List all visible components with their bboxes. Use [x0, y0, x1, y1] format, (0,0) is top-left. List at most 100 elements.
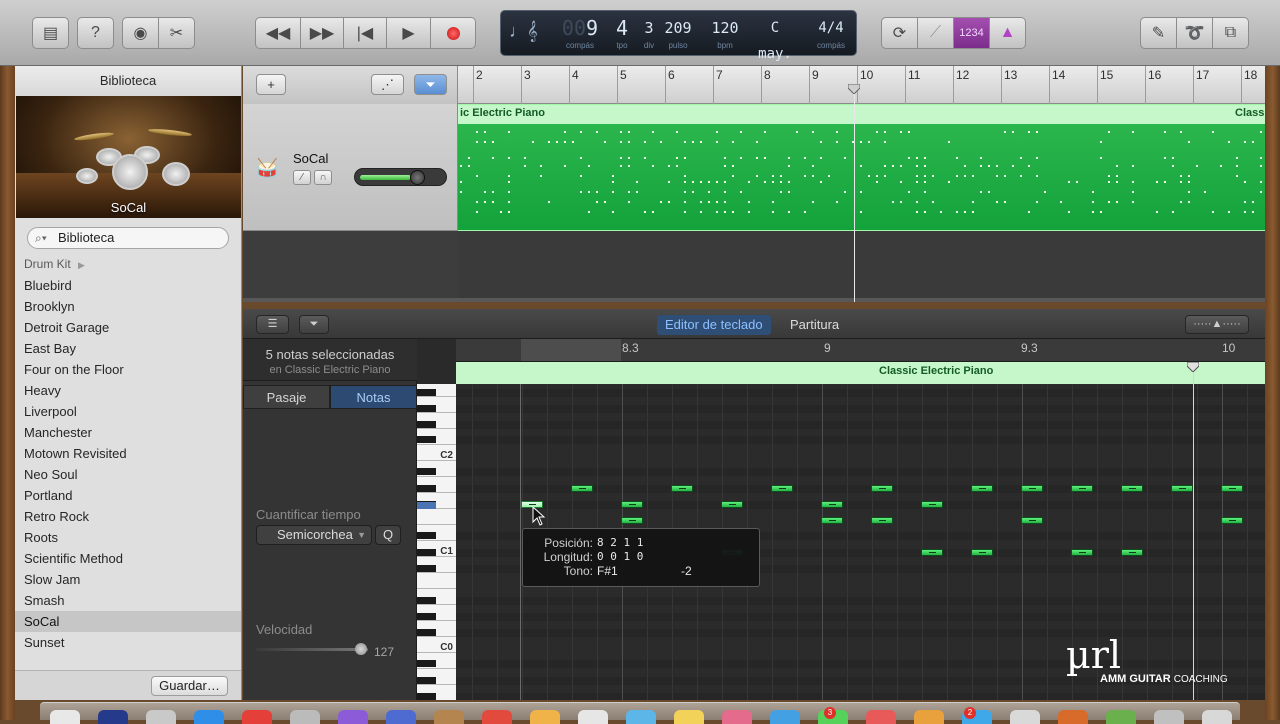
dock-app-icon[interactable]	[482, 710, 512, 724]
midi-note[interactable]	[1121, 485, 1143, 492]
solo-button[interactable]: ∩	[314, 170, 332, 185]
tab-piano-roll[interactable]: Editor de teclado	[657, 315, 771, 335]
dock-app-icon[interactable]	[98, 710, 128, 724]
black-key[interactable]	[417, 613, 436, 620]
editor-inspector-button[interactable]: ☰	[256, 315, 289, 334]
library-item[interactable]: Heavy	[15, 380, 241, 401]
library-item[interactable]: Sunset	[15, 632, 241, 653]
playhead-handle[interactable]	[848, 84, 860, 94]
dock-app-icon[interactable]	[242, 710, 272, 724]
midi-note[interactable]	[821, 517, 843, 524]
library-item[interactable]: Manchester	[15, 422, 241, 443]
track-volume-slider[interactable]	[354, 168, 447, 186]
black-key[interactable]	[417, 629, 436, 636]
dock-app-icon[interactable]	[578, 710, 608, 724]
dock-app-icon[interactable]	[722, 710, 752, 724]
segment-region[interactable]: Pasaje	[243, 385, 330, 409]
go-to-beginning-button[interactable]: |◀	[343, 17, 387, 49]
dock-app-icon[interactable]	[1154, 710, 1184, 724]
dock-app-icon[interactable]	[338, 710, 368, 724]
midi-note[interactable]	[1171, 485, 1193, 492]
library-item[interactable]: East Bay	[15, 338, 241, 359]
library-search-input[interactable]: ⌕▾ Biblioteca	[27, 227, 229, 249]
midi-note[interactable]	[621, 501, 643, 508]
midi-note[interactable]	[921, 549, 943, 556]
track-header-socal[interactable]: 🥁 SoCal ⁄ ∩	[243, 104, 458, 231]
dock-app-icon[interactable]	[626, 710, 656, 724]
smart-tempo-button[interactable]: ⋰	[371, 74, 404, 95]
smart-controls-button[interactable]: ◉	[122, 17, 159, 49]
library-item[interactable]: Portland	[15, 485, 241, 506]
midi-note[interactable]	[621, 517, 643, 524]
catch-filter-button[interactable]: ⏷	[414, 74, 447, 95]
black-key[interactable]	[417, 660, 436, 667]
highlighted-key[interactable]	[417, 502, 436, 509]
midi-note[interactable]	[771, 485, 793, 492]
media-browser-button[interactable]: ⧉	[1212, 17, 1249, 49]
piano-keyboard[interactable]: C2 C1 C0	[417, 384, 456, 700]
count-in-button[interactable]: 1234	[953, 17, 990, 49]
black-key[interactable]	[417, 436, 436, 443]
mute-button[interactable]: ⁄	[293, 170, 311, 185]
editors-button[interactable]: ✂	[158, 17, 195, 49]
midi-note[interactable]	[571, 485, 593, 492]
dock-app-icon[interactable]	[290, 710, 320, 724]
tab-score[interactable]: Partitura	[782, 315, 847, 335]
dock-app-icon[interactable]	[530, 710, 560, 724]
record-button[interactable]	[430, 17, 476, 49]
dock-app-icon[interactable]	[146, 710, 176, 724]
dock-app-icon[interactable]	[194, 710, 224, 724]
midi-note[interactable]	[1021, 517, 1043, 524]
library-category[interactable]: Drum Kit ▶	[15, 254, 241, 275]
library-item[interactable]: Bluebird	[15, 275, 241, 296]
library-item[interactable]: Slow Jam	[15, 569, 241, 590]
save-button[interactable]: Guardar…	[151, 676, 228, 696]
library-item[interactable]: Retro Rock	[15, 506, 241, 527]
black-key[interactable]	[417, 677, 436, 684]
editor-filter-button[interactable]: ⏷	[299, 315, 329, 334]
library-item[interactable]: Detroit Garage	[15, 317, 241, 338]
dock-app-icon[interactable]	[1106, 710, 1136, 724]
library-item[interactable]: Motown Revisited	[15, 443, 241, 464]
black-key[interactable]	[417, 597, 436, 604]
velocity-knob[interactable]	[355, 643, 367, 655]
library-item[interactable]: Scientific Method	[15, 548, 241, 569]
midi-note[interactable]	[1221, 485, 1243, 492]
black-key[interactable]	[417, 421, 436, 428]
dock-app-icon[interactable]	[1010, 710, 1040, 724]
black-key[interactable]	[417, 549, 436, 556]
velocity-slider[interactable]	[256, 642, 368, 656]
metronome-button[interactable]: ▲	[989, 17, 1026, 49]
dock-app-icon[interactable]	[1202, 710, 1232, 724]
quantize-button[interactable]: Q	[375, 525, 401, 545]
black-key[interactable]	[417, 389, 436, 396]
cycle-button[interactable]: ⟳	[881, 17, 918, 49]
library-item[interactable]: Four on the Floor	[15, 359, 241, 380]
play-button[interactable]: ▶	[386, 17, 431, 49]
add-track-button[interactable]: +	[256, 74, 286, 95]
tracks-ruler[interactable]: 2 3 4 5 6 7 8 9 10 11 12 13 14 15 16 17 18	[458, 66, 1265, 104]
notepad-button[interactable]: ✎	[1140, 17, 1177, 49]
help-button[interactable]: ?	[77, 17, 114, 49]
midi-note[interactable]	[721, 501, 743, 508]
midi-note[interactable]	[871, 517, 893, 524]
dock-app-icon[interactable]	[866, 710, 896, 724]
rewind-button[interactable]: ◀◀	[255, 17, 301, 49]
midi-note[interactable]	[921, 501, 943, 508]
dock-app-icon[interactable]	[434, 710, 464, 724]
lcd-display[interactable]: ♩𝄞 009 compás 4 tpo 3 div 209 pulso 120 …	[500, 10, 857, 76]
library-item[interactable]: Liverpool	[15, 401, 241, 422]
dock-app-icon[interactable]	[386, 710, 416, 724]
editor-region-bar[interactable]: Classic Electric Piano	[456, 362, 1265, 384]
midi-note[interactable]	[1071, 549, 1093, 556]
dock-app-icon[interactable]	[674, 710, 704, 724]
midi-note[interactable]	[1021, 485, 1043, 492]
loop-browser-button[interactable]: ➰	[1176, 17, 1213, 49]
black-key[interactable]	[417, 532, 436, 539]
library-item[interactable]: Neo Soul	[15, 464, 241, 485]
black-key[interactable]	[417, 693, 436, 700]
midi-note[interactable]	[821, 501, 843, 508]
editor-playhead-handle[interactable]	[1187, 362, 1199, 372]
black-key[interactable]	[417, 565, 436, 572]
segment-notes[interactable]: Notas	[330, 385, 417, 409]
